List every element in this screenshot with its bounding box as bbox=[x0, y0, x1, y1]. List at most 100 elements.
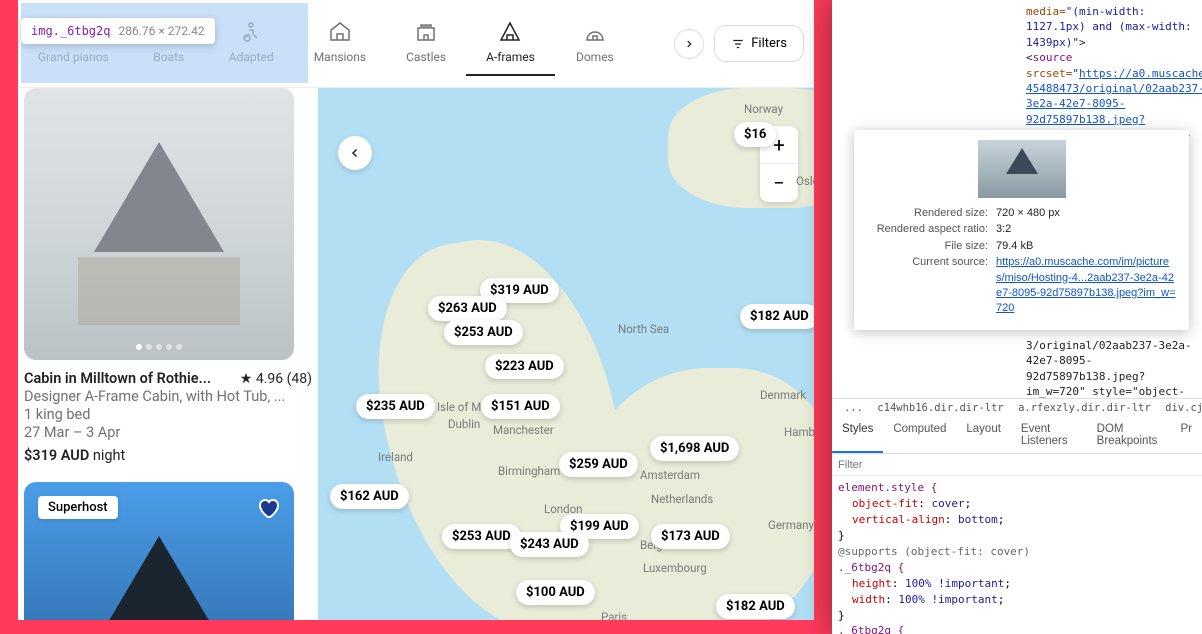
image-dots bbox=[136, 344, 182, 350]
price-pill[interactable]: $263 AUD bbox=[428, 296, 507, 321]
css-prop[interactable]: width bbox=[852, 593, 885, 606]
price-pill[interactable]: $235 AUD bbox=[356, 394, 435, 419]
filters-button[interactable]: Filters bbox=[714, 25, 804, 62]
price-pill[interactable]: $173 AUD bbox=[651, 524, 730, 549]
airbnb-window: img._6tbg2q 286.76 × 272.42 Grand pianos… bbox=[18, 0, 814, 620]
chevron-left-icon bbox=[349, 147, 361, 159]
cat-aframes[interactable]: A-frames bbox=[466, 12, 555, 76]
devtools-tabs: Styles Computed Layout Event Listeners D… bbox=[832, 417, 1202, 454]
aframe-icon bbox=[498, 20, 522, 44]
price-pill[interactable]: $151 AUD bbox=[481, 394, 560, 419]
styles-filter-input[interactable] bbox=[838, 459, 1196, 471]
price-pill[interactable]: $16 bbox=[734, 122, 776, 147]
css-prop[interactable]: height bbox=[852, 577, 892, 590]
listing-card-2[interactable]: Superhost bbox=[24, 482, 312, 620]
dot[interactable] bbox=[166, 344, 172, 350]
popup-source-link[interactable]: https://a0.muscache.com/im/pictures/miso… bbox=[996, 255, 1177, 317]
map-panel[interactable]: + − Norway Oslo North Sea Denmark Hambur… bbox=[318, 88, 814, 620]
listing-card-1[interactable]: Cabin in Milltown of Rothie... ★ 4.96 (4… bbox=[24, 88, 312, 464]
cat-castles[interactable]: Castles bbox=[386, 12, 466, 76]
dom-line: 3/original/02aab237-3e2a-42e7-8095-92d75… bbox=[1026, 338, 1198, 398]
category-next-button[interactable] bbox=[674, 29, 704, 59]
listing-rating: ★ 4.96 (48) bbox=[240, 371, 312, 387]
price-amount: $319 AUD bbox=[24, 447, 89, 464]
listing-image[interactable] bbox=[24, 88, 294, 360]
tab-more[interactable]: Pr bbox=[1171, 417, 1202, 453]
map-back-button[interactable] bbox=[338, 136, 372, 170]
price-suffix: night bbox=[89, 447, 125, 464]
inspector-tooltip: img._6tbg2q 286.76 × 272.42 bbox=[21, 18, 215, 44]
cat-label: Castles bbox=[406, 50, 446, 64]
css-val[interactable]: bottom bbox=[958, 513, 998, 526]
css-selector: element.style { bbox=[838, 481, 937, 494]
crumb[interactable]: ... bbox=[844, 402, 863, 414]
tooltip-dims: 286.76 × 272.42 bbox=[118, 24, 204, 38]
dot[interactable] bbox=[136, 344, 142, 350]
listing-dates: 27 Mar – 3 Apr bbox=[24, 424, 312, 441]
popup-value: 79.4 kB bbox=[996, 239, 1177, 254]
favorite-button[interactable] bbox=[256, 496, 280, 520]
tooltip-selector: img._6tbg2q bbox=[31, 24, 110, 38]
crumb[interactable]: c14whb16.dir.dir-ltr bbox=[877, 402, 1003, 414]
content-area: Cabin in Milltown of Rothie... ★ 4.96 (4… bbox=[18, 88, 814, 620]
listing-subtitle: Designer A-Frame Cabin, with Hot Tub, ..… bbox=[24, 388, 312, 405]
zoom-out-button[interactable]: − bbox=[760, 164, 798, 202]
popup-key: Rendered aspect ratio: bbox=[866, 222, 996, 237]
dom-tree[interactable]: media="(min-width: 1127.1px) and (max-wi… bbox=[832, 0, 1202, 398]
listing-image[interactable]: Superhost bbox=[24, 482, 294, 620]
dot[interactable] bbox=[176, 344, 182, 350]
dom-breadcrumbs[interactable]: ... c14whb16.dir.dir-ltr a.rfexzly.dir.d… bbox=[832, 398, 1202, 417]
dot[interactable] bbox=[146, 344, 152, 350]
tab-event-listeners[interactable]: Event Listeners bbox=[1011, 417, 1087, 453]
css-val[interactable]: cover bbox=[931, 497, 964, 510]
cat-label: Domes bbox=[576, 50, 614, 64]
price-pill[interactable]: $259 AUD bbox=[559, 452, 638, 477]
price-pill[interactable]: $223 AUD bbox=[485, 354, 564, 379]
map-label-northsea: North Sea bbox=[618, 322, 669, 336]
listings-panel: Cabin in Milltown of Rothie... ★ 4.96 (4… bbox=[18, 88, 318, 620]
chevron-right-icon bbox=[684, 39, 694, 49]
devtools-panel: media="(min-width: 1127.1px) and (max-wi… bbox=[832, 0, 1202, 634]
css-supports: @supports (object-fit: cover) bbox=[838, 544, 1196, 560]
popup-value: 720 × 480 px bbox=[996, 206, 1177, 221]
filter-icon bbox=[731, 37, 745, 51]
price-pill[interactable]: $162 AUD bbox=[330, 484, 409, 509]
cat-domes[interactable]: Domes bbox=[555, 12, 635, 76]
listing-beds: 1 king bed bbox=[24, 406, 312, 423]
listing-price: $319 AUD night bbox=[24, 447, 312, 464]
popup-key: Current source: bbox=[866, 255, 996, 317]
popup-value: 3:2 bbox=[996, 222, 1177, 237]
dome-icon bbox=[583, 20, 607, 44]
price-pill[interactable]: $1,698 AUD bbox=[650, 436, 739, 461]
css-prop[interactable]: vertical-align bbox=[852, 513, 945, 526]
crumb[interactable]: a.rfexzly.dir.dir-ltr bbox=[1018, 402, 1151, 414]
css-prop[interactable]: object-fit bbox=[852, 497, 918, 510]
styles-filter-row bbox=[832, 454, 1202, 476]
css-val[interactable]: 100% !important bbox=[905, 577, 1004, 590]
crumb[interactable]: div.cjv59qb.dir.dir-ltr bbox=[1165, 402, 1202, 414]
cat-label: A-frames bbox=[486, 50, 535, 64]
css-val[interactable]: 100% !important bbox=[898, 593, 997, 606]
css-selector: ._6tbg2q { bbox=[838, 624, 904, 634]
price-pill[interactable]: $100 AUD bbox=[516, 580, 595, 605]
price-pill[interactable]: $253 AUD bbox=[442, 524, 521, 549]
tab-styles[interactable]: Styles bbox=[832, 417, 883, 453]
listing-info: Cabin in Milltown of Rothie... ★ 4.96 (4… bbox=[24, 360, 312, 464]
price-pill[interactable]: $182 AUD bbox=[740, 304, 814, 329]
price-pill[interactable]: $243 AUD bbox=[510, 532, 589, 557]
price-pill[interactable]: $182 AUD bbox=[716, 594, 795, 619]
tab-computed[interactable]: Computed bbox=[883, 417, 956, 453]
castle-icon bbox=[414, 20, 438, 44]
tab-dom-breakpoints[interactable]: DOM Breakpoints bbox=[1087, 417, 1171, 453]
price-pill[interactable]: $253 AUD bbox=[444, 320, 523, 345]
styles-panel[interactable]: element.style { object-fit: cover; verti… bbox=[832, 476, 1202, 634]
listing-title: Cabin in Milltown of Rothie... bbox=[24, 370, 211, 387]
dot[interactable] bbox=[156, 344, 162, 350]
popup-thumbnail bbox=[978, 140, 1066, 198]
css-selector: ._6tbg2q { bbox=[838, 561, 904, 574]
tab-layout[interactable]: Layout bbox=[956, 417, 1011, 453]
mansion-icon bbox=[328, 20, 352, 44]
superhost-badge: Superhost bbox=[38, 496, 118, 519]
image-hover-popup: Rendered size:720 × 480 px Rendered aspe… bbox=[854, 130, 1189, 330]
filters-label: Filters bbox=[751, 36, 787, 51]
